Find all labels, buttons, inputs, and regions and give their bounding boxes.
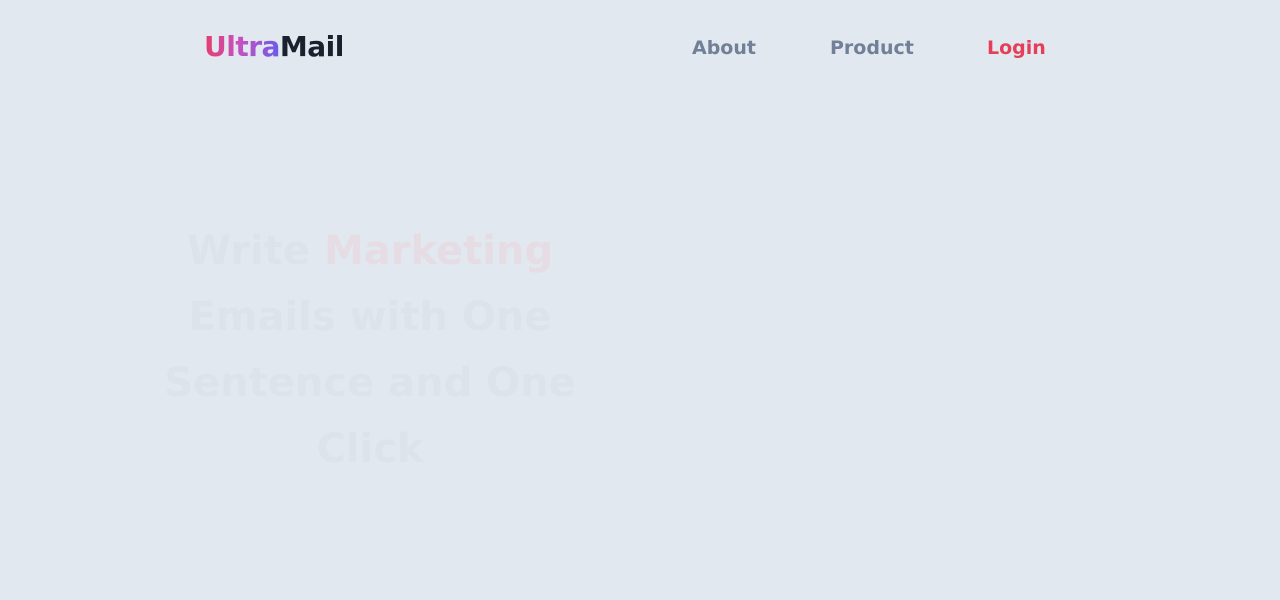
landing-page: UltraMail About Product Login Write Mark… — [0, 0, 1280, 600]
logo-mail-text: Mail — [279, 30, 344, 63]
nav-login-link[interactable]: Login — [987, 34, 1046, 62]
nav-product-link[interactable]: Product — [830, 34, 914, 62]
hero-headline-accent: Marketing — [323, 228, 554, 274]
hero-headline: Write Marketing Emails with One Sentence… — [110, 218, 630, 482]
nav-about-link[interactable]: About — [692, 34, 756, 62]
hero-headline-start: Write — [186, 228, 324, 274]
logo-ultra-text: Ultra — [204, 30, 280, 63]
ultramail-logo[interactable]: UltraMail — [204, 27, 344, 67]
top-header: UltraMail About Product Login — [0, 0, 1280, 96]
hero-headline-end: Emails with One Sentence and One Click — [164, 294, 576, 472]
